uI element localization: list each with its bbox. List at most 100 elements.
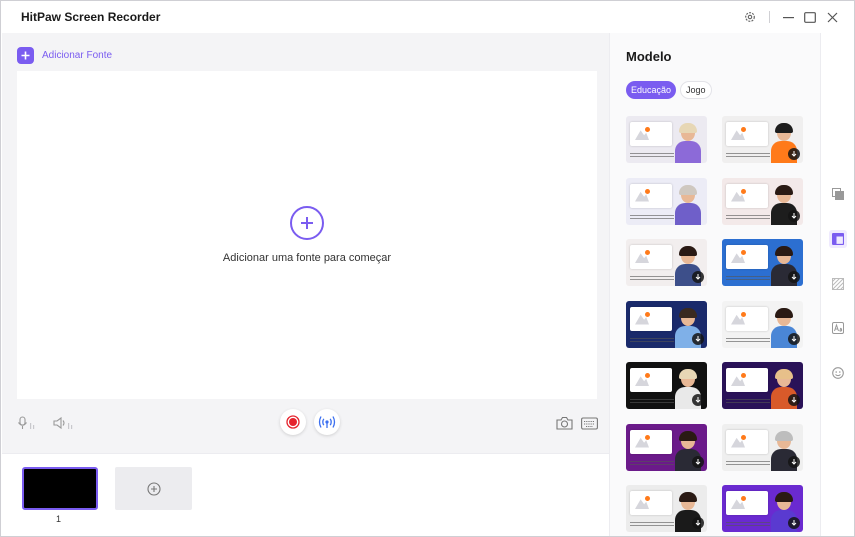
template-card[interactable] bbox=[626, 116, 707, 163]
template-card[interactable] bbox=[722, 239, 803, 286]
image-placeholder-icon bbox=[630, 245, 672, 269]
image-placeholder-icon bbox=[726, 183, 768, 208]
tab-educacao[interactable]: Educação bbox=[626, 81, 677, 99]
template-caption bbox=[630, 153, 674, 159]
image-placeholder-icon bbox=[630, 306, 672, 331]
speaker-icon[interactable] bbox=[53, 415, 75, 431]
template-card[interactable] bbox=[626, 239, 707, 286]
keyboard-icon[interactable] bbox=[580, 414, 598, 432]
template-caption bbox=[726, 337, 770, 344]
minimize-icon[interactable] bbox=[780, 9, 796, 25]
template-card[interactable] bbox=[626, 177, 707, 225]
accent-dot bbox=[741, 188, 746, 194]
template-card[interactable] bbox=[722, 177, 803, 225]
image-placeholder-icon bbox=[630, 183, 672, 208]
template-caption bbox=[726, 460, 770, 467]
download-icon[interactable] bbox=[788, 148, 800, 160]
image-placeholder-icon bbox=[630, 491, 672, 515]
template-caption bbox=[726, 276, 770, 282]
download-icon[interactable] bbox=[692, 271, 704, 283]
add-scene-button[interactable] bbox=[115, 467, 192, 510]
layers-icon[interactable] bbox=[829, 185, 847, 203]
app-title: HitPaw Screen Recorder bbox=[21, 10, 161, 24]
scene-thumbnail[interactable] bbox=[22, 467, 98, 510]
template-caption bbox=[726, 153, 770, 159]
template-card[interactable] bbox=[722, 116, 803, 163]
preview-canvas[interactable]: Adicionar uma fonte para começar bbox=[17, 71, 597, 399]
workspace: Adicionar Fonte Adicionar uma fonte para… bbox=[2, 33, 609, 453]
download-icon[interactable] bbox=[788, 332, 800, 345]
image-placeholder-icon bbox=[630, 122, 672, 146]
template-caption bbox=[630, 522, 674, 528]
sticker-icon[interactable] bbox=[829, 364, 847, 382]
download-icon[interactable] bbox=[788, 455, 800, 468]
presenter-photo bbox=[675, 184, 701, 225]
template-caption bbox=[630, 460, 674, 467]
plus-icon bbox=[17, 47, 34, 64]
text-icon[interactable] bbox=[829, 319, 847, 337]
app-window: HitPaw Screen Recorder Adicionar Fonte A… bbox=[0, 0, 855, 537]
template-tabs: Educação Jogo bbox=[626, 81, 712, 99]
download-icon[interactable] bbox=[788, 394, 800, 406]
title-separator bbox=[762, 9, 778, 25]
template-caption bbox=[726, 399, 770, 405]
add-source-label: Adicionar Fonte bbox=[42, 50, 113, 61]
background-icon[interactable] bbox=[829, 275, 847, 293]
panel-title: Modelo bbox=[626, 49, 672, 64]
live-stream-button[interactable] bbox=[314, 409, 340, 435]
image-placeholder-icon bbox=[726, 245, 768, 269]
tab-jogo[interactable]: Jogo bbox=[680, 81, 712, 99]
accent-dot bbox=[645, 311, 650, 317]
image-placeholder-icon bbox=[726, 368, 768, 392]
add-source-plus-icon[interactable] bbox=[290, 206, 324, 240]
template-card[interactable] bbox=[626, 423, 707, 471]
record-button[interactable] bbox=[280, 409, 306, 435]
template-card[interactable] bbox=[722, 300, 803, 348]
image-placeholder-icon bbox=[726, 306, 768, 331]
accent-dot bbox=[741, 434, 746, 440]
maximize-icon[interactable] bbox=[802, 9, 818, 25]
download-icon[interactable] bbox=[692, 455, 704, 468]
accent-dot bbox=[645, 496, 650, 501]
image-placeholder-icon bbox=[726, 491, 768, 515]
template-card[interactable] bbox=[722, 362, 803, 409]
right-rail bbox=[820, 33, 854, 536]
scene-number: 1 bbox=[56, 514, 62, 524]
image-placeholder-icon bbox=[630, 429, 672, 454]
add-circle-icon bbox=[146, 481, 161, 496]
template-caption bbox=[726, 214, 770, 221]
download-icon[interactable] bbox=[692, 517, 704, 529]
download-icon[interactable] bbox=[788, 271, 800, 283]
canvas-empty-state: Adicionar uma fonte para começar bbox=[17, 206, 597, 264]
template-card[interactable] bbox=[722, 423, 803, 471]
accent-dot bbox=[741, 496, 746, 501]
template-card[interactable] bbox=[626, 485, 707, 532]
template-card[interactable] bbox=[626, 362, 707, 409]
download-icon[interactable] bbox=[788, 517, 800, 529]
settings-gear-icon[interactable] bbox=[742, 9, 758, 25]
accent-dot bbox=[741, 127, 746, 132]
camera-icon[interactable] bbox=[555, 414, 573, 432]
image-placeholder-icon bbox=[630, 368, 672, 392]
accent-dot bbox=[645, 127, 650, 132]
download-icon[interactable] bbox=[692, 332, 704, 345]
close-icon[interactable] bbox=[824, 9, 840, 25]
template-card[interactable] bbox=[722, 485, 803, 532]
microphone-icon[interactable] bbox=[17, 415, 37, 431]
title-bar: HitPaw Screen Recorder bbox=[1, 1, 854, 33]
presenter-photo bbox=[675, 123, 701, 163]
template-caption bbox=[726, 522, 770, 528]
template-card[interactable] bbox=[626, 300, 707, 348]
template-caption bbox=[630, 276, 674, 282]
template-icon[interactable] bbox=[829, 230, 847, 248]
add-source-button[interactable]: Adicionar Fonte bbox=[17, 47, 112, 64]
download-icon[interactable] bbox=[692, 394, 704, 406]
image-placeholder-icon bbox=[726, 122, 768, 146]
accent-dot bbox=[645, 188, 650, 194]
download-icon[interactable] bbox=[788, 209, 800, 222]
accent-dot bbox=[645, 250, 650, 255]
scenes-strip: 1 bbox=[2, 453, 609, 536]
accent-dot bbox=[645, 434, 650, 440]
accent-dot bbox=[645, 373, 650, 378]
template-panel: Modelo Educação Jogo bbox=[609, 33, 820, 536]
